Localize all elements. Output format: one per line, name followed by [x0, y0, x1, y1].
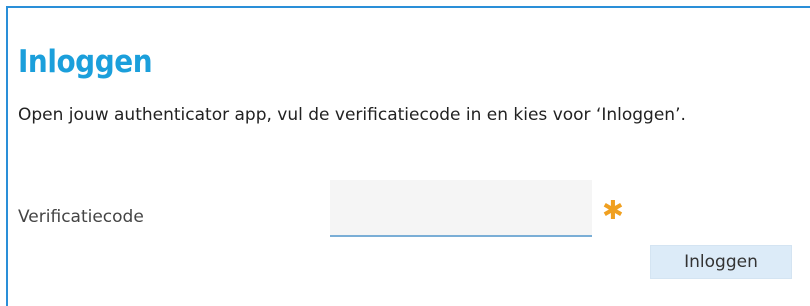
verification-code-input[interactable]: [330, 180, 592, 237]
required-asterisk-icon: ✱: [602, 196, 624, 226]
login-button[interactable]: Inloggen: [650, 245, 792, 279]
page-title: Inloggen: [18, 44, 153, 80]
login-panel: Inloggen Open jouw authenticator app, vu…: [6, 6, 810, 306]
verification-code-label: Verificatiecode: [18, 207, 144, 227]
instruction-text: Open jouw authenticator app, vul de veri…: [18, 105, 686, 125]
